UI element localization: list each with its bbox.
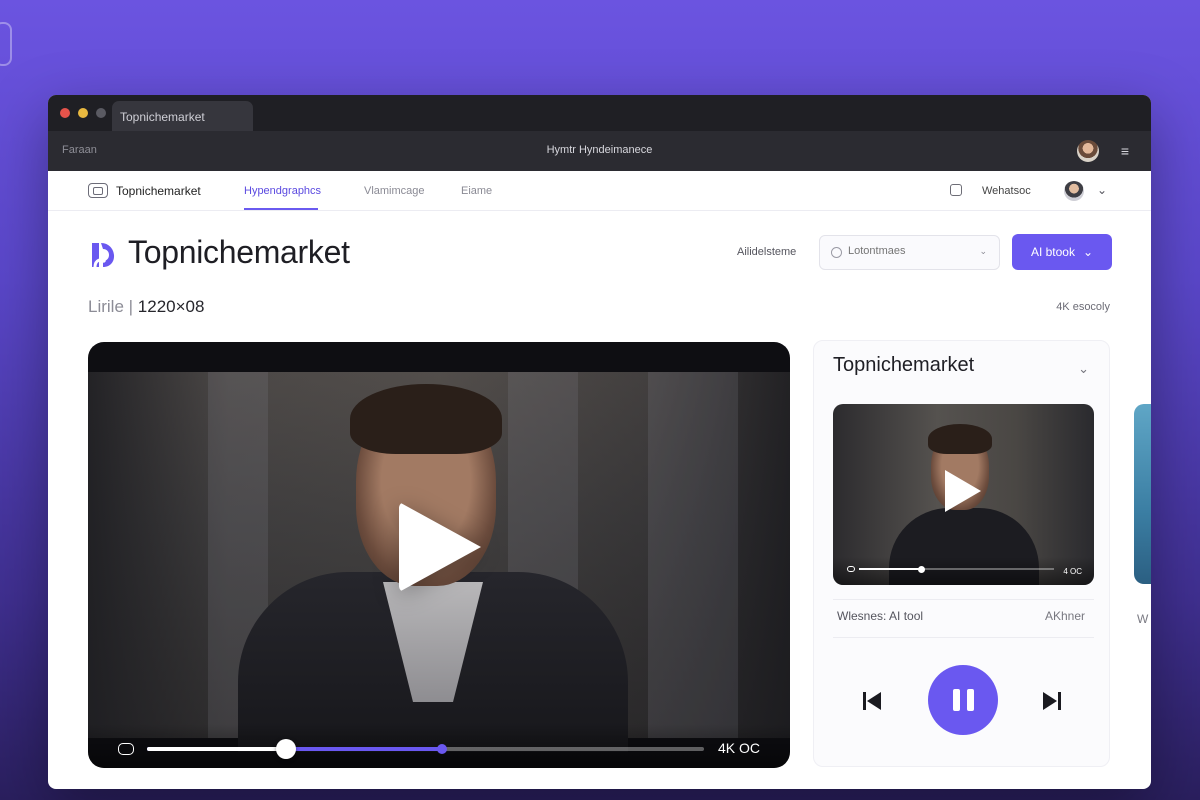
player-controls: 4K OC bbox=[88, 724, 790, 768]
search-field[interactable]: ⌄ bbox=[819, 235, 1000, 270]
tab-bar: Topnichemarket bbox=[48, 95, 1151, 131]
thumbnail-progress-played bbox=[859, 568, 922, 570]
chat-icon[interactable] bbox=[950, 184, 962, 196]
thumbnail-meta: AKhner bbox=[1044, 609, 1085, 623]
browser-window: Topnichemarket Faraan Hymtr Hyndeimanece… bbox=[48, 95, 1151, 789]
minimize-window-button[interactable] bbox=[78, 108, 88, 118]
address-bar: Faraan Hymtr Hyndeimanece ≡ bbox=[48, 131, 1151, 171]
background-window bbox=[648, 372, 738, 738]
scrubber-handle[interactable] bbox=[276, 739, 297, 759]
search-icon bbox=[831, 247, 842, 258]
resolution-prefix: Lirile | bbox=[88, 297, 134, 316]
video-thumbnail[interactable]: 4 OC bbox=[833, 404, 1094, 585]
nav-brand-label: Topnichemarket bbox=[116, 183, 201, 198]
progress-played bbox=[147, 747, 287, 751]
hero-link[interactable]: Ailidelsteme bbox=[737, 246, 796, 258]
ai-tool-button[interactable]: AI btook ⌄ bbox=[1012, 234, 1112, 270]
chevron-down-icon[interactable]: ⌄ bbox=[1078, 361, 1089, 377]
nav-brand[interactable]: Topnichemarket bbox=[88, 183, 201, 198]
quality-badge[interactable]: 4K OC bbox=[718, 740, 760, 756]
person-hair bbox=[928, 424, 992, 454]
close-window-button[interactable] bbox=[60, 108, 70, 118]
nav-link-2[interactable]: Vlamimcage bbox=[364, 185, 425, 197]
page-title: Topnichemarket bbox=[128, 234, 350, 270]
corner-decoration bbox=[0, 22, 12, 66]
resolution-value: 1220×08 bbox=[137, 297, 205, 316]
search-input[interactable] bbox=[848, 245, 968, 257]
play-icon[interactable] bbox=[945, 470, 981, 512]
nav-right-link[interactable]: Wehatsoc bbox=[982, 185, 1031, 197]
address-url[interactable]: Hymtr Hyndeimanece bbox=[48, 144, 1151, 156]
nav-link-3[interactable]: Eiame bbox=[461, 185, 492, 197]
play-icon[interactable] bbox=[399, 502, 481, 592]
panel-title: Topnichemarket bbox=[833, 354, 975, 376]
menu-icon[interactable]: ≡ bbox=[1121, 144, 1129, 158]
quality-label: 4K esocoly bbox=[1056, 301, 1110, 313]
pause-icon-bar bbox=[952, 689, 960, 711]
next-video-caption: W bbox=[1137, 612, 1149, 626]
user-avatar[interactable] bbox=[1064, 181, 1084, 201]
ai-tool-button-label: AI btook bbox=[1030, 245, 1075, 259]
skip-previous-icon[interactable] bbox=[860, 689, 884, 713]
resolution-row: Lirile | 1220×08 bbox=[88, 297, 204, 317]
main-video-player[interactable]: 4K OC bbox=[88, 342, 790, 768]
pause-icon-bar bbox=[966, 689, 974, 711]
maximize-window-button[interactable] bbox=[96, 108, 106, 118]
active-nav-indicator bbox=[244, 208, 318, 210]
captions-icon[interactable] bbox=[847, 566, 855, 572]
brand-logo-icon bbox=[88, 183, 108, 198]
browser-tab[interactable]: Topnichemarket bbox=[112, 101, 253, 131]
next-video-card[interactable] bbox=[1134, 404, 1151, 584]
thumbnail-caption: Wlesnes: AI tool bbox=[837, 609, 924, 623]
browser-tab-title: Topnichemarket bbox=[120, 110, 205, 124]
brand-logo-icon bbox=[92, 243, 115, 268]
skip-next-icon[interactable] bbox=[1040, 689, 1064, 713]
profile-avatar[interactable] bbox=[1077, 140, 1099, 162]
chevron-down-icon: ⌄ bbox=[1082, 245, 1094, 259]
pause-button[interactable] bbox=[928, 665, 998, 735]
divider bbox=[833, 637, 1094, 638]
thumbnail-quality: 4 OC bbox=[1063, 567, 1082, 576]
window-controls bbox=[60, 108, 106, 118]
nav-link-1[interactable]: Hypendgraphcs bbox=[244, 185, 321, 197]
buffer-marker bbox=[437, 744, 448, 754]
site-navigation: Topnichemarket Hypendgraphcs Vlamimcage … bbox=[48, 171, 1151, 211]
person-hair bbox=[350, 384, 502, 454]
chevron-down-icon[interactable]: ⌄ bbox=[979, 246, 987, 257]
thumbnail-scrubber[interactable] bbox=[917, 566, 925, 573]
playlist-panel: Topnichemarket ⌄ 4 OC Wlesnes: AI tool A… bbox=[813, 340, 1110, 767]
chevron-down-icon[interactable]: ⌄ bbox=[1097, 183, 1107, 197]
divider bbox=[833, 599, 1094, 600]
captions-icon[interactable] bbox=[118, 743, 134, 755]
thumbnail-controls: 4 OC bbox=[833, 557, 1094, 585]
